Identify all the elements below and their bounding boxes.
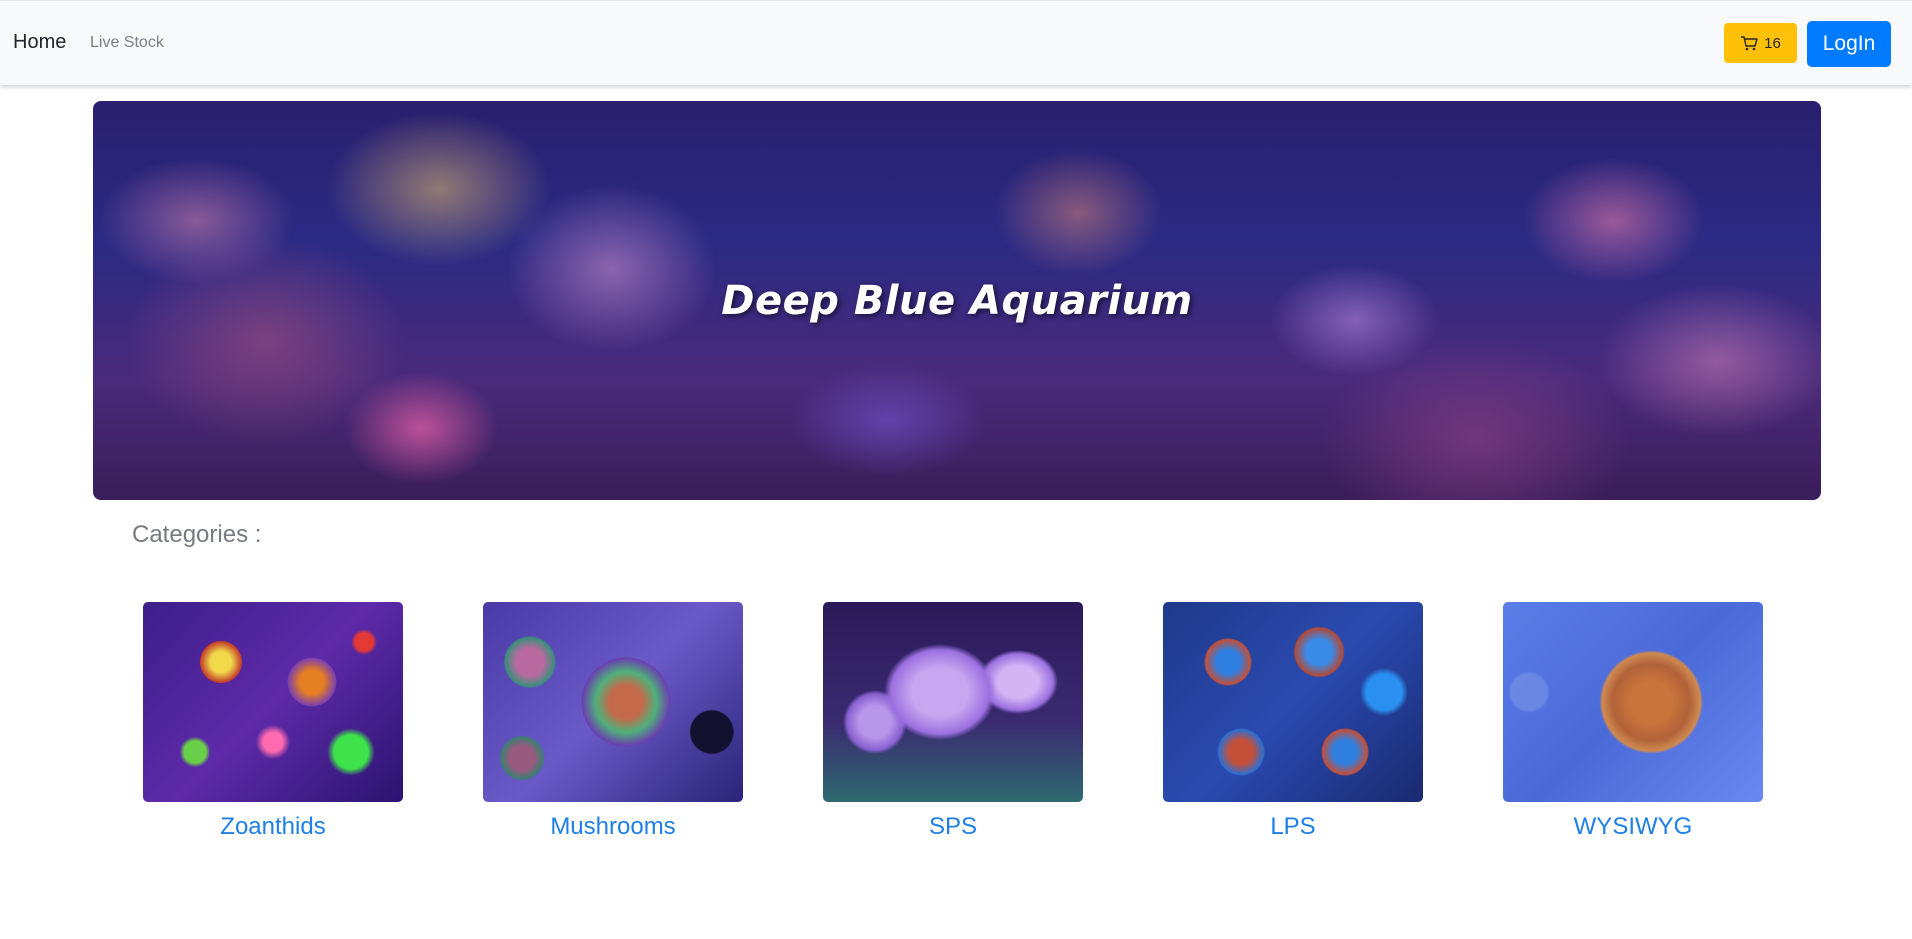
hero-title: Deep Blue Aquarium [721,277,1193,324]
cart-icon [1740,35,1758,51]
category-image-zoanthids[interactable] [143,602,403,802]
category-link-sps[interactable]: SPS [823,813,1083,841]
category-image-wysiwyg[interactable] [1503,602,1763,802]
category-card-zoanthids[interactable]: Zoanthids [143,602,403,841]
category-card-sps[interactable]: SPS [823,602,1083,841]
category-card-mushrooms[interactable]: Mushrooms [483,602,743,841]
category-image-sps[interactable] [823,602,1083,802]
cart-count: 16 [1764,34,1781,52]
category-image-mushrooms[interactable] [483,602,743,802]
categories-heading: Categories : [132,521,262,548]
top-navbar: Home Live Stock 16 LogIn [0,0,1912,85]
nav-livestock-link[interactable]: Live Stock [90,34,164,52]
category-link-zoanthids[interactable]: Zoanthids [143,813,403,841]
cart-button[interactable]: 16 [1724,23,1797,63]
category-card-wysiwyg[interactable]: WYSIWYG [1503,602,1763,841]
category-link-lps[interactable]: LPS [1163,813,1423,841]
category-link-wysiwyg[interactable]: WYSIWYG [1503,813,1763,841]
category-card-lps[interactable]: LPS [1163,602,1423,841]
category-link-mushrooms[interactable]: Mushrooms [483,813,743,841]
hero-banner: Deep Blue Aquarium [93,101,1821,500]
login-button[interactable]: LogIn [1807,21,1891,67]
nav-home-link[interactable]: Home [13,31,66,54]
category-image-lps[interactable] [1163,602,1423,802]
